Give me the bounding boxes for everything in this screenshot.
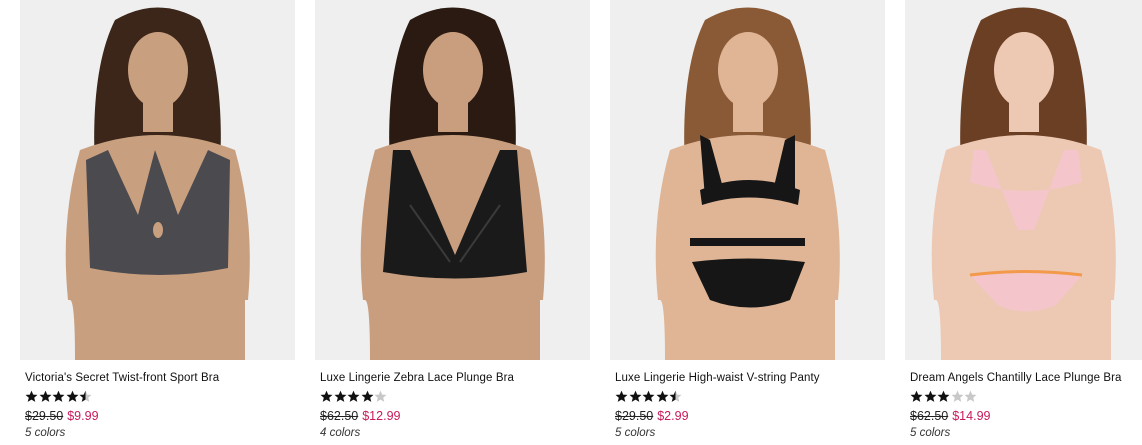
star-half-icon (669, 390, 682, 402)
sale-price: $14.99 (952, 409, 991, 423)
star-filled-icon (642, 390, 655, 402)
star-filled-icon (924, 390, 936, 402)
rating-stars (910, 390, 978, 404)
color-count: 5 colors (910, 427, 951, 439)
sale-price: $12.99 (362, 409, 401, 423)
star-filled-icon (347, 390, 360, 402)
star-empty-icon (964, 390, 977, 402)
product-card[interactable]: Victoria's Secret Twist-front Sport Bra … (20, 0, 295, 445)
original-price: $62.50 (320, 409, 359, 423)
product-image[interactable] (610, 0, 885, 360)
original-price: $62.50 (910, 409, 949, 423)
sale-price: $9.99 (67, 409, 99, 423)
product-grid: Victoria's Secret Twist-front Sport Bra … (0, 0, 1142, 445)
star-filled-icon (334, 390, 346, 402)
color-count: 5 colors (25, 427, 66, 439)
star-filled-icon (52, 390, 65, 402)
star-empty-icon (374, 390, 387, 402)
product-name[interactable]: Dream Angels Chantilly Lace Plunge Bra (910, 372, 1122, 384)
star-filled-icon (66, 390, 78, 402)
product-image[interactable] (315, 0, 590, 360)
product-name[interactable]: Luxe Lingerie Zebra Lace Plunge Bra (320, 372, 514, 384)
price-row: $29.50 $2.99 (615, 409, 689, 423)
star-filled-icon (656, 390, 668, 402)
product-image[interactable] (20, 0, 295, 360)
rating-stars (615, 390, 683, 404)
star-filled-icon (615, 390, 628, 402)
rating-stars (25, 390, 93, 404)
product-image[interactable] (905, 0, 1142, 360)
star-filled-icon (39, 390, 51, 402)
price-row: $29.50 $9.99 (25, 409, 99, 423)
product-name[interactable]: Victoria's Secret Twist-front Sport Bra (25, 372, 219, 384)
star-empty-icon (951, 390, 963, 402)
star-filled-icon (361, 390, 373, 402)
star-half-icon (79, 390, 92, 402)
sale-price: $2.99 (657, 409, 689, 423)
star-filled-icon (910, 390, 923, 402)
star-filled-icon (937, 390, 950, 402)
price-row: $62.50 $14.99 (910, 409, 990, 423)
star-filled-icon (320, 390, 333, 402)
product-card[interactable]: Dream Angels Chantilly Lace Plunge Bra $… (905, 0, 1142, 445)
star-filled-icon (629, 390, 641, 402)
star-filled-icon (25, 390, 38, 402)
price-row: $62.50 $12.99 (320, 409, 400, 423)
original-price: $29.50 (25, 409, 64, 423)
color-count: 4 colors (320, 427, 361, 439)
color-count: 5 colors (615, 427, 656, 439)
product-card[interactable]: Luxe Lingerie Zebra Lace Plunge Bra $62.… (315, 0, 590, 445)
product-name[interactable]: Luxe Lingerie High-waist V-string Panty (615, 372, 820, 384)
original-price: $29.50 (615, 409, 654, 423)
product-card[interactable]: Luxe Lingerie High-waist V-string Panty … (610, 0, 885, 445)
rating-stars (320, 390, 388, 404)
